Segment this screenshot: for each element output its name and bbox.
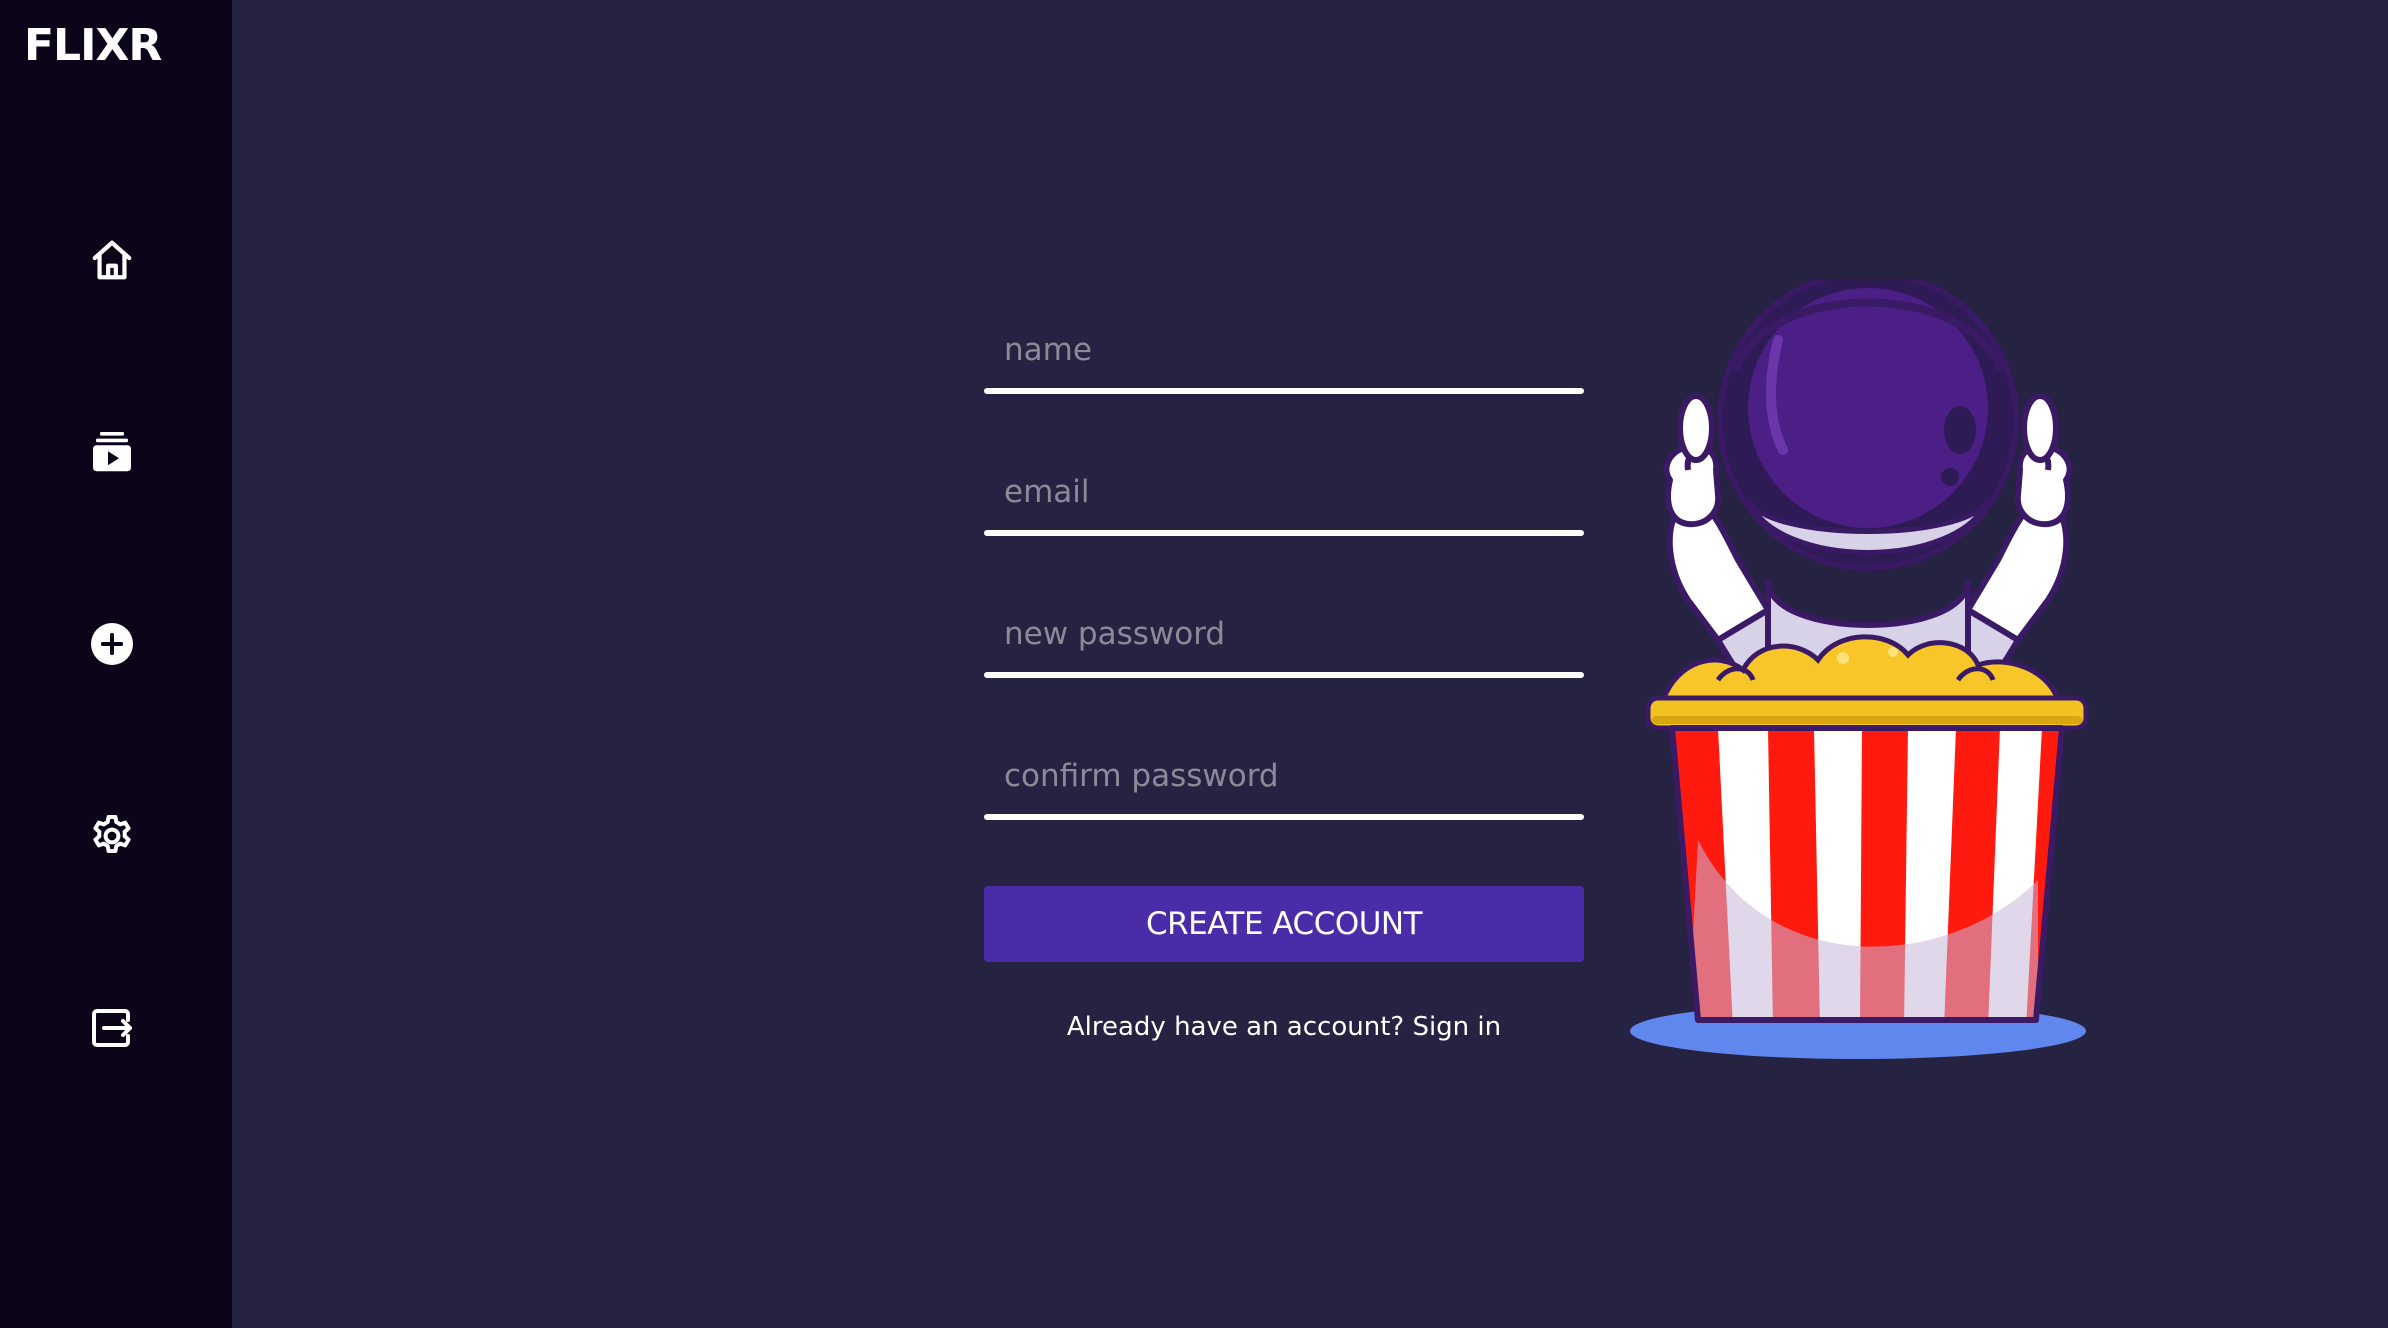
sign-in-link[interactable]: Already have an account? Sign in bbox=[984, 1012, 1584, 1042]
email-field-wrapper bbox=[984, 452, 1584, 536]
sidebar-item-home[interactable] bbox=[76, 224, 148, 296]
email-input[interactable] bbox=[984, 452, 1584, 532]
email-underline bbox=[984, 530, 1584, 536]
sidebar-item-add[interactable] bbox=[76, 608, 148, 680]
home-icon bbox=[89, 237, 135, 283]
signup-form: CREATE ACCOUNT Already have an account? … bbox=[984, 310, 1584, 1042]
main-content: CREATE ACCOUNT Already have an account? … bbox=[232, 0, 2388, 1328]
sidebar-item-subscriptions[interactable] bbox=[76, 416, 148, 488]
name-input[interactable] bbox=[984, 310, 1584, 390]
sidebar-item-logout[interactable] bbox=[76, 992, 148, 1064]
new-password-underline bbox=[984, 672, 1584, 678]
sidebar: FLIXR bbox=[0, 0, 232, 1328]
astronaut-popcorn-illustration bbox=[1568, 269, 2168, 1080]
new-password-field-wrapper bbox=[984, 594, 1584, 678]
confirm-password-underline bbox=[984, 814, 1584, 820]
video-library-icon bbox=[88, 428, 136, 476]
name-field-wrapper bbox=[984, 310, 1584, 394]
app-root: FLIXR name email CREATE ACCOUNT Already … bbox=[0, 0, 2388, 1328]
gear-icon bbox=[88, 812, 136, 860]
name-underline bbox=[984, 388, 1584, 394]
new-password-input[interactable] bbox=[984, 594, 1584, 674]
create-account-button[interactable]: CREATE ACCOUNT bbox=[984, 886, 1584, 962]
logout-icon bbox=[88, 1004, 136, 1052]
plus-circle-icon bbox=[88, 620, 136, 668]
sidebar-item-settings[interactable] bbox=[76, 800, 148, 872]
app-logo[interactable]: FLIXR bbox=[24, 18, 162, 74]
confirm-password-field-wrapper bbox=[984, 736, 1584, 820]
confirm-password-input[interactable] bbox=[984, 736, 1584, 816]
